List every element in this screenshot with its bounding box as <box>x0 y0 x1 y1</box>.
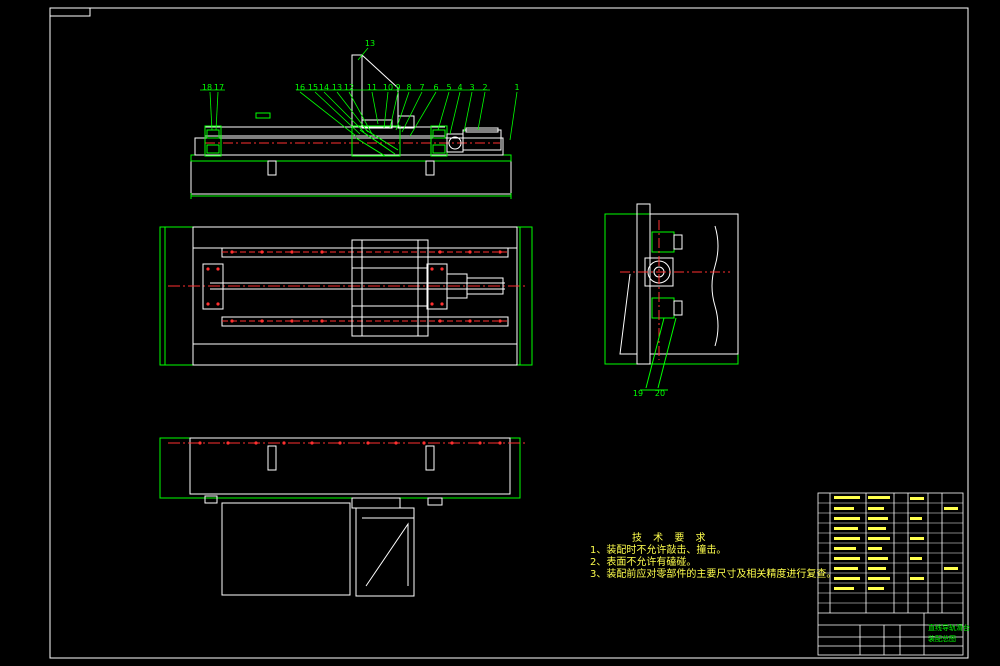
cad-drawing-canvas[interactable]: 18 17 16 15 14 13 12 11 10 9 8 7 6 5 4 3… <box>0 0 1000 666</box>
balloon-1: 1 <box>514 83 519 92</box>
balloon-18: 18 <box>202 83 212 92</box>
balloon-12: 12 <box>344 83 354 92</box>
balloon-6: 6 <box>433 83 438 92</box>
balloon-9: 9 <box>395 83 400 92</box>
balloon-20: 20 <box>655 389 665 398</box>
lower-view <box>159 437 528 597</box>
balloon-7: 7 <box>419 83 424 92</box>
leader-lines <box>200 47 518 141</box>
technical-requirements-title: 技 术 要 求 <box>632 533 710 544</box>
balloon-17: 17 <box>214 83 224 92</box>
drawing-name-line-1: 直线导轨滑台 <box>928 623 970 632</box>
balloon-10: 10 <box>383 83 393 92</box>
balloon-16: 16 <box>295 83 305 92</box>
plan-view <box>159 226 533 366</box>
drawing-name-line-2: 装配总图 <box>928 634 956 643</box>
balloon-numbers-top: 18 17 16 15 14 13 12 11 10 9 8 7 6 5 4 3… <box>202 39 520 92</box>
technical-requirement-2: 2、表面不允许有磕碰。 <box>590 557 697 568</box>
balloon-11: 11 <box>367 83 377 92</box>
balloon-center: 13 <box>365 39 375 48</box>
balloon-4: 4 <box>457 83 462 92</box>
front-view <box>190 54 512 199</box>
balloon-14: 14 <box>319 83 329 92</box>
balloon-13: 13 <box>332 83 342 92</box>
balloon-15: 15 <box>308 83 318 92</box>
technical-requirement-3: 3、装配前应对零部件的主要尺寸及相关精度进行复查。 <box>590 569 837 580</box>
title-block-names: 直线导轨滑台 装配总图 <box>928 623 970 643</box>
technical-requirements: 技 术 要 求 1、装配时不允许敲击、撞击。 2、表面不允许有磕碰。 3、装配前… <box>590 533 836 581</box>
balloon-19: 19 <box>633 389 643 398</box>
technical-requirement-1: 1、装配时不允许敲击、撞击。 <box>590 545 727 556</box>
balloon-8: 8 <box>406 83 411 92</box>
side-view <box>604 203 739 391</box>
balloon-2: 2 <box>482 83 487 92</box>
balloon-3: 3 <box>469 83 474 92</box>
balloon-5: 5 <box>446 83 451 92</box>
